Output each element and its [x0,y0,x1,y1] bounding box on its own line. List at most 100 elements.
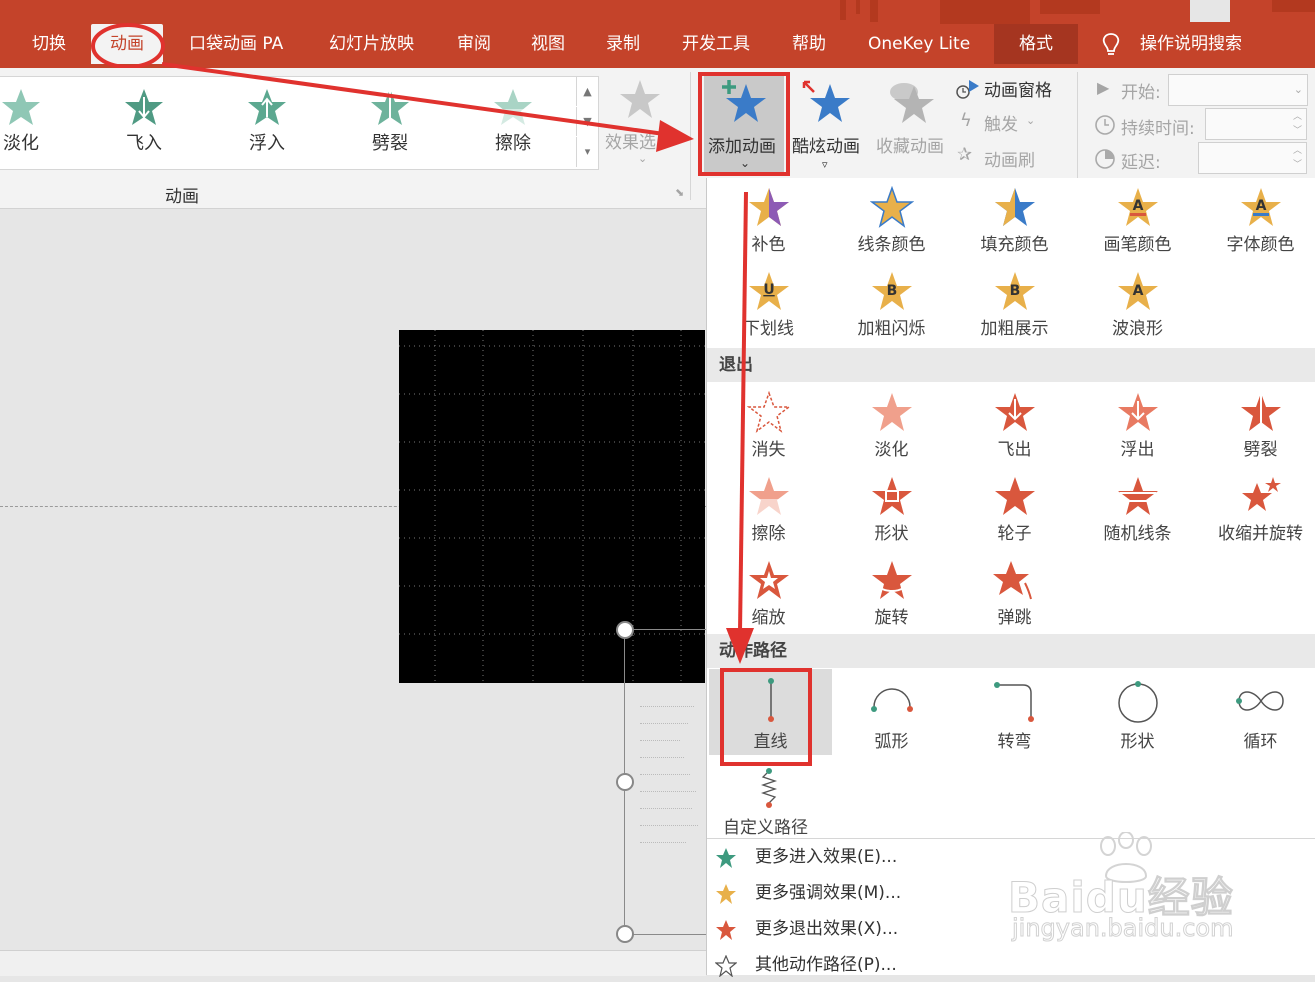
group-launcher-icon[interactable]: ⬊ [675,186,684,199]
delay-spinner[interactable]: ︿ ﹀ [1198,142,1307,174]
duration-spinner[interactable]: ︿ ﹀ [1205,108,1307,140]
cool-star-icon [802,80,850,122]
tab-record[interactable]: 录制 [606,24,640,64]
gallery-item-float-in[interactable]: 浮入 [222,83,312,167]
motion-path-section-header: 动作路径 [707,634,1315,668]
gold-star-icon [716,884,736,904]
emphasis-bold-reveal[interactable]: B 加粗展示 [953,262,1076,344]
lightbulb-icon[interactable] [1100,32,1122,58]
gallery-scroll-up[interactable]: ▲ [576,77,598,106]
svg-text:B: B [1009,283,1020,299]
tab-developer[interactable]: 开发工具 [682,24,750,64]
line-path-icon [767,678,774,722]
exit-split-star-icon [1240,393,1281,431]
shrink-turn-star-icon [1241,477,1281,511]
tab-help[interactable]: 帮助 [792,24,826,64]
exit-split[interactable]: 劈裂 [1199,383,1315,465]
exit-shrink-turn[interactable]: 收缩并旋转 [1199,467,1315,549]
motion-path-line[interactable]: 直线 [709,669,832,755]
green-star-icon [716,848,736,868]
motion-path-arc[interactable]: 弧形 [830,669,953,755]
start-dropdown[interactable]: ⌄ [1168,74,1308,106]
svg-text:B: B [886,283,897,299]
more-motion-paths[interactable]: 其他动作路径(P)... [707,948,1315,982]
add-star-icon [722,80,766,122]
emphasis-brush-color[interactable]: A 画笔颜色 [1076,178,1199,260]
gallery-item-fade[interactable]: 淡化 [0,83,66,167]
float-in-star-icon [248,89,286,125]
add-animation-dropdown: 补色 线条颜色 填充颜色 A 画笔颜色 A 字体颜色 U 下划线 B 加粗闪烁 … [706,178,1315,977]
exit-random-bars[interactable]: 随机线条 [1076,467,1199,549]
animation-gallery: 淡化 飞入 浮入 劈裂 擦除 ▲ ▼ ▾ [0,76,599,170]
exit-section-header: 退出 [707,348,1315,382]
emphasis-line-color[interactable]: 线条颜色 [830,178,953,260]
complementary-star-icon [748,188,789,226]
float-out-star-icon [1117,393,1158,431]
loop-path-icon [1235,691,1284,711]
emphasis-bold-flash[interactable]: B 加粗闪烁 [830,262,953,344]
exit-shape-star-icon [871,477,912,515]
exit-wipe[interactable]: 擦除 [707,467,830,549]
emphasis-underline[interactable]: U 下划线 [707,262,830,344]
exit-disappear[interactable]: 消失 [707,383,830,465]
tab-review[interactable]: 审阅 [457,24,491,64]
tab-transitions[interactable]: 切换 [32,24,66,64]
gallery-scroll-down[interactable]: ▼ [576,107,598,136]
trigger-button[interactable]: 触发 [984,110,1018,135]
tell-me-search[interactable]: 操作说明搜索 [1140,24,1242,64]
exit-zoom[interactable]: 缩放 [707,551,830,633]
annotation-circle [91,23,165,69]
baidu-url-watermark: jingyan.baidu.com [1011,914,1234,943]
exit-shape[interactable]: 形状 [830,467,953,549]
motion-path-custom[interactable]: 自定义路径 [707,759,830,839]
emphasis-fill-color[interactable]: 填充颜色 [953,178,1076,260]
exit-fly-out[interactable]: 飞出 [953,383,1076,465]
tab-pocket-animation[interactable]: 口袋动画 PA [189,24,283,64]
emphasis-font-color[interactable]: A 字体颜色 [1199,178,1315,260]
resize-handle-middle[interactable] [616,773,634,791]
collect-animation-button[interactable]: 收藏动画 [872,74,952,174]
exit-spin[interactable]: 旋转 [830,551,953,633]
custom-path-icon [760,768,777,808]
add-animation-button[interactable]: 添加动画 ⌄ [704,74,784,174]
tab-slideshow[interactable]: 幻灯片放映 [329,24,414,64]
start-play-icon: ▶ [1097,78,1110,97]
effect-options-label[interactable]: 效果选 [605,128,656,153]
effect-options-star-icon [620,80,660,118]
trigger-bolt-icon: ϟ [960,110,972,131]
tab-format[interactable]: 格式 [994,24,1078,64]
motion-path-turn[interactable]: 转弯 [953,669,1076,755]
exit-fade[interactable]: 淡化 [830,383,953,465]
animation-pane-button[interactable]: 动画窗格 [984,76,1052,101]
start-label: 开始: [1121,83,1161,103]
tab-onekey-lite[interactable]: OneKey Lite [868,24,970,64]
gallery-item-split[interactable]: 劈裂 [345,83,435,167]
gallery-item-wipe[interactable]: 擦除 [468,83,558,167]
exit-wipe-star-icon [748,477,789,515]
emphasis-complementary-color[interactable]: 补色 [707,178,830,260]
resize-handle-top[interactable] [616,621,634,639]
random-bars-star-icon [1117,477,1158,515]
disappear-star-icon [746,391,791,433]
resize-handle-bottom[interactable] [616,925,634,943]
wipe-star-icon [494,89,532,125]
animation-painter-button[interactable]: 动画刷 [984,146,1035,171]
svg-text:U: U [763,282,774,298]
motion-path-shape[interactable]: 形状 [1076,669,1199,755]
motion-path-loop[interactable]: 循环 [1199,669,1315,755]
emphasis-wave[interactable]: A 波浪形 [1076,262,1199,344]
exit-wheel[interactable]: 轮子 [953,467,1076,549]
bounce-star-icon [992,561,1032,600]
ribbon-tab-bar: 切换 动画 口袋动画 PA 幻灯片放映 审阅 视图 录制 开发工具 帮助 One… [0,0,1315,68]
wave-star-icon: A [1117,272,1158,310]
animation-pane-icon [956,80,979,99]
cool-animation-button[interactable]: 酷炫动画 ▿ [790,74,866,174]
outline-star-icon [715,955,737,977]
animation-group-label: 动画 [165,187,199,207]
gallery-item-fly-in[interactable]: 飞入 [99,83,189,167]
exit-bounce[interactable]: 弹跳 [953,551,1076,633]
faint-credit-text [640,700,700,890]
gallery-expand[interactable]: ▾ [576,137,598,167]
exit-float-out[interactable]: 浮出 [1076,383,1199,465]
tab-view[interactable]: 视图 [531,24,565,64]
